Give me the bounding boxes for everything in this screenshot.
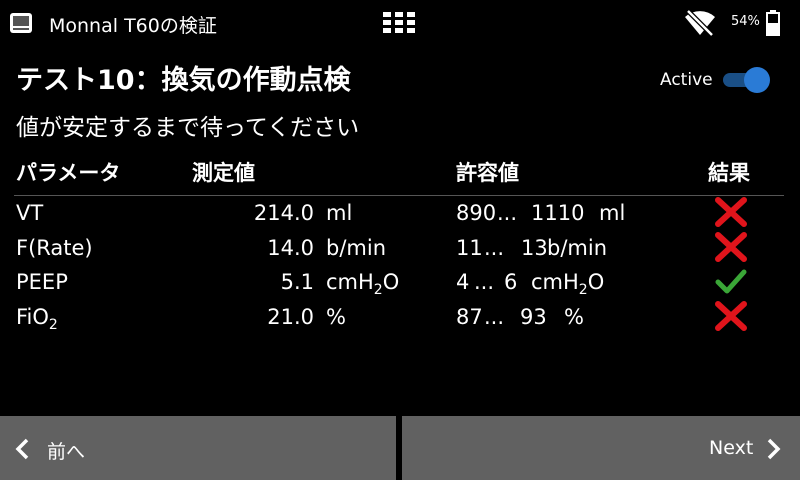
- range-max: 6: [504, 270, 518, 294]
- range-separator: ...: [484, 305, 505, 329]
- pass-check-icon: [715, 269, 747, 294]
- measured-value: 21.0: [267, 305, 314, 329]
- param-text: FiO: [16, 305, 49, 329]
- range-separator: ...: [474, 270, 495, 294]
- param-name: F(Rate): [16, 236, 93, 260]
- battery-icon: [766, 10, 780, 36]
- measured-value: 5.1: [280, 270, 314, 294]
- range-unit: cmH2O: [531, 270, 604, 298]
- chevron-right-icon: [767, 438, 781, 460]
- measured-value: 14.0: [267, 236, 314, 260]
- unit-text: O: [382, 270, 400, 294]
- measured-unit: cmH2O: [326, 270, 399, 298]
- previous-button[interactable]: 前へ: [0, 416, 396, 480]
- param-name: FiO2: [16, 305, 58, 333]
- apps-grid-icon[interactable]: [383, 12, 415, 34]
- app-title: Monnal T60の検証: [49, 15, 217, 37]
- measured-unit: %: [326, 305, 346, 329]
- measured-unit: b/min: [326, 236, 387, 260]
- range-min: 87: [456, 305, 483, 329]
- status-bar: Monnal T60の検証 54%: [0, 0, 800, 46]
- unit-subscript: 2: [578, 282, 588, 299]
- header-measured: 測定値: [192, 161, 255, 185]
- header-divider: [14, 195, 784, 196]
- fail-icon: [715, 197, 747, 227]
- device-icon: [10, 13, 32, 33]
- header-range: 許容値: [456, 161, 519, 185]
- range-max: 93: [520, 305, 547, 329]
- unit-text: cmH: [326, 270, 374, 294]
- instruction-text: 値が安定するまで待ってください: [16, 115, 360, 141]
- range-unit: b/min: [547, 236, 608, 260]
- chevron-left-icon: [15, 438, 29, 460]
- toggle-knob: [744, 67, 770, 93]
- range-separator: ...: [484, 236, 505, 260]
- range-max: 13: [521, 236, 548, 260]
- range-unit: ml: [599, 201, 626, 225]
- range-min: 890: [456, 201, 497, 225]
- range-separator: ...: [497, 201, 518, 225]
- next-label: Next: [709, 437, 754, 459]
- fail-icon: [715, 232, 747, 262]
- range-unit: %: [564, 305, 584, 329]
- unit-text: cmH: [531, 270, 579, 294]
- battery-percent: 54%: [731, 14, 760, 29]
- param-name: PEEP: [16, 270, 68, 294]
- page-title: テスト10：換気の作動点検: [16, 65, 351, 96]
- next-button[interactable]: Next: [402, 416, 800, 480]
- wifi-off-icon: [685, 9, 715, 37]
- active-label: Active: [660, 70, 713, 90]
- header-result: 結果: [708, 161, 750, 185]
- param-name: VT: [16, 201, 44, 225]
- fail-icon: [715, 301, 747, 331]
- previous-label: 前へ: [47, 441, 86, 463]
- header-parameter: パラメータ: [16, 161, 121, 185]
- measured-value: 214.0: [253, 201, 314, 225]
- active-toggle[interactable]: [723, 67, 771, 93]
- range-max: 1110: [531, 201, 585, 225]
- range-min: 11: [456, 236, 483, 260]
- range-min: 4: [456, 270, 470, 294]
- param-subscript: 2: [48, 317, 58, 334]
- unit-subscript: 2: [373, 282, 383, 299]
- measured-unit: ml: [326, 201, 353, 225]
- unit-text: O: [587, 270, 605, 294]
